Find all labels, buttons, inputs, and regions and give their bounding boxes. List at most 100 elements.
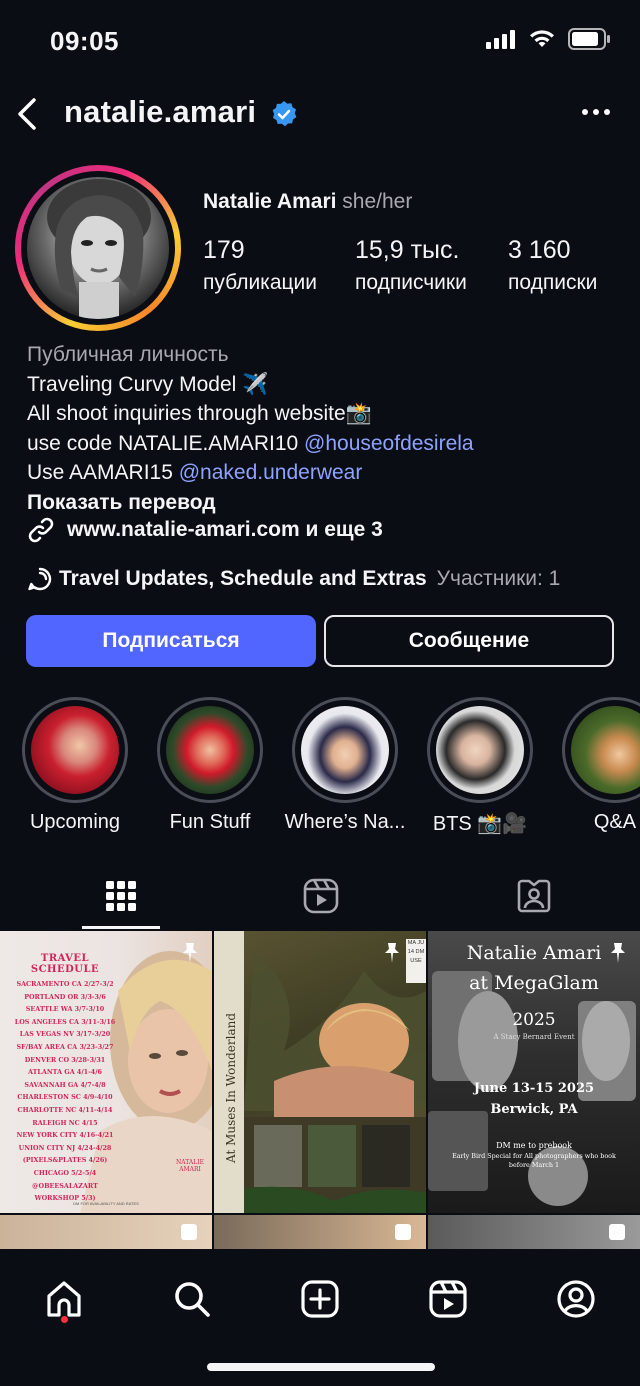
back-icon[interactable] — [12, 94, 44, 134]
profile-bio: Публичная личность Traveling Curvy Model… — [27, 340, 627, 517]
avatar-photo — [27, 177, 169, 319]
stat-followers-label: подписчики — [355, 271, 467, 294]
follow-button[interactable]: Подписаться — [26, 615, 316, 667]
bio-mention-link[interactable]: @naked.underwear — [179, 461, 363, 484]
post-thumbnail[interactable]: Natalie Amari at MegaGlam 2025 A Stacy B… — [428, 931, 640, 1213]
highlight-item[interactable]: Upcoming — [5, 697, 145, 834]
status-icons — [486, 28, 610, 50]
nav-search[interactable] — [160, 1267, 224, 1331]
schedule-line: CHARLESTON SC 4/9-4/10 — [17, 1093, 113, 1102]
post-thumbnail[interactable]: TRAVEL SCHEDULE SACRAMENTO CA 2/27-3/2 PO… — [0, 931, 212, 1213]
schedule-line: CHARLOTTE NC 4/11-4/14 — [17, 1105, 113, 1114]
home-icon — [47, 1281, 81, 1317]
schedule-line: SEATTLE WA 3/7-3/10 — [25, 1005, 105, 1014]
posts-grid: TRAVEL SCHEDULE SACRAMENTO CA 2/27-3/2 PO… — [0, 931, 640, 1249]
highlight-label: Fun Stuff — [169, 811, 251, 833]
channel-icon — [28, 567, 52, 591]
carousel-icon — [181, 1224, 197, 1240]
search-icon — [175, 1282, 210, 1317]
bio-link-text: www.natalie-amari.com и еще 3 — [67, 518, 383, 541]
active-tab-indicator — [82, 926, 160, 929]
nav-create[interactable] — [288, 1267, 352, 1331]
bio-category: Публичная личность — [27, 343, 229, 366]
avatar-portrait — [47, 179, 151, 319]
post-vertical-text: At Muses In Wonderland — [224, 1012, 238, 1163]
more-options-icon[interactable] — [580, 98, 612, 126]
reels-icon — [429, 1280, 467, 1318]
story-highlights: Upcoming Fun Stuff Where’s Na... BTS 📸🎥 … — [0, 697, 640, 837]
stat-following-value: 3 160 — [508, 236, 571, 264]
reels-icon — [303, 878, 338, 914]
highlight-label: Where’s Na... — [284, 811, 406, 833]
schedule-line: SAVANNAH GA 4/7-4/8 — [24, 1080, 106, 1089]
highlight-cover — [301, 706, 389, 794]
channel-members: Участники: 1 — [436, 567, 561, 590]
profile-icon — [557, 1280, 595, 1318]
pinned-icon — [183, 943, 197, 963]
stat-followers[interactable]: 15,9 тыс. подписчики — [355, 236, 467, 295]
schedule-line: LAS VEGAS NV 3/17-3/20 — [19, 1030, 111, 1039]
bio-line: use code NATALIE.AMARI10 @houseofdesirel… — [27, 431, 474, 455]
schedule-line: UNION CITY NJ 4/24-4/28 — [18, 1143, 112, 1152]
post-thumbnail[interactable]: At Muses In Wonderland MA JU 14 DM USE — [214, 931, 426, 1213]
tagged-icon — [517, 879, 550, 913]
stat-posts[interactable]: 179 публикации — [203, 236, 317, 295]
grid-icon — [105, 881, 136, 911]
profile-tabs — [0, 862, 640, 930]
highlight-item[interactable]: Q&A — [545, 697, 640, 834]
home-notification-dot — [61, 1316, 68, 1323]
event-subtitle: A Stacy Bernard Event — [493, 1033, 575, 1041]
highlight-label: Q&A — [593, 811, 637, 833]
status-time: 09:05 — [50, 26, 119, 56]
post-thumbnail[interactable] — [428, 1215, 640, 1249]
tab-tagged[interactable] — [427, 862, 640, 930]
pinned-icon — [611, 943, 625, 963]
highlight-item[interactable]: BTS 📸🎥 — [410, 697, 550, 836]
schedule-line: NEW YORK CITY 4/16-4/21 — [16, 1131, 114, 1140]
schedule-line: SACRAMENTO CA 2/27-3/2 — [16, 980, 114, 988]
event-note: Early Bird Special for All photographers… — [452, 1152, 616, 1169]
message-button[interactable]: Сообщение — [324, 615, 614, 667]
bio-external-link[interactable]: www.natalie-amari.com и еще 3 — [27, 516, 383, 544]
signal-icon — [486, 30, 515, 49]
post-thumbnail[interactable] — [0, 1215, 212, 1249]
highlight-label: BTS 📸🎥 — [432, 813, 528, 835]
post-corner-text: MA JU 14 DM USE — [406, 939, 426, 983]
tab-reels[interactable] — [214, 862, 427, 930]
event-title-2: at MegaGlam — [469, 972, 599, 994]
bio-line: Traveling Curvy Model ✈️ — [27, 372, 269, 396]
highlight-item[interactable]: Fun Stuff — [140, 697, 280, 834]
schedule-line: LOS ANGELES CA 3/11-3/16 — [14, 1017, 116, 1026]
profile-username: natalie.amari — [64, 94, 257, 129]
schedule-title: TRAVEL SCHEDULE — [30, 953, 100, 975]
home-indicator — [207, 1363, 435, 1371]
post-thumbnail[interactable] — [214, 1215, 426, 1249]
bio-mention-link[interactable]: @houseofdesirela — [304, 432, 474, 455]
post-photo — [214, 931, 426, 1213]
event-year: 2025 — [512, 1010, 556, 1030]
stat-following[interactable]: 3 160 подписки — [508, 236, 597, 295]
schedule-lines: SACRAMENTO CA 2/27-3/2 PORTLAND OR 3/3-3/… — [6, 978, 124, 1205]
profile-avatar[interactable] — [15, 165, 181, 331]
stat-following-label: подписки — [508, 271, 598, 294]
stat-followers-value: 15,9 тыс. — [355, 236, 460, 264]
post-signature: NATALIE AMARI — [176, 1159, 204, 1173]
stat-posts-label: публикации — [203, 271, 317, 294]
nav-reels[interactable] — [416, 1267, 480, 1331]
show-translation-link[interactable]: Показать перевод — [27, 488, 627, 518]
top-nav: natalie.amari — [0, 88, 640, 142]
broadcast-channel[interactable]: Travel Updates, Schedule and Extras Учас… — [27, 566, 560, 592]
profile-name-line: Natalie Amari she/her — [203, 190, 412, 214]
nav-profile[interactable] — [544, 1267, 608, 1331]
schedule-line: (PIXELS&PLATES 4/26) — [22, 1156, 108, 1165]
wifi-icon — [530, 30, 554, 47]
status-bar: 09:05 — [0, 0, 640, 80]
tab-posts-grid[interactable] — [14, 862, 227, 930]
event-dm: DM me to prebook — [496, 1141, 572, 1150]
carousel-icon — [395, 1224, 411, 1240]
post-footer: DM FOR AVAILABILITY AND RATES — [73, 1201, 139, 1206]
create-icon — [301, 1280, 339, 1318]
event-place: Berwick, PA — [490, 1102, 578, 1117]
carousel-icon — [609, 1224, 625, 1240]
highlight-item[interactable]: Where’s Na... — [275, 697, 415, 834]
